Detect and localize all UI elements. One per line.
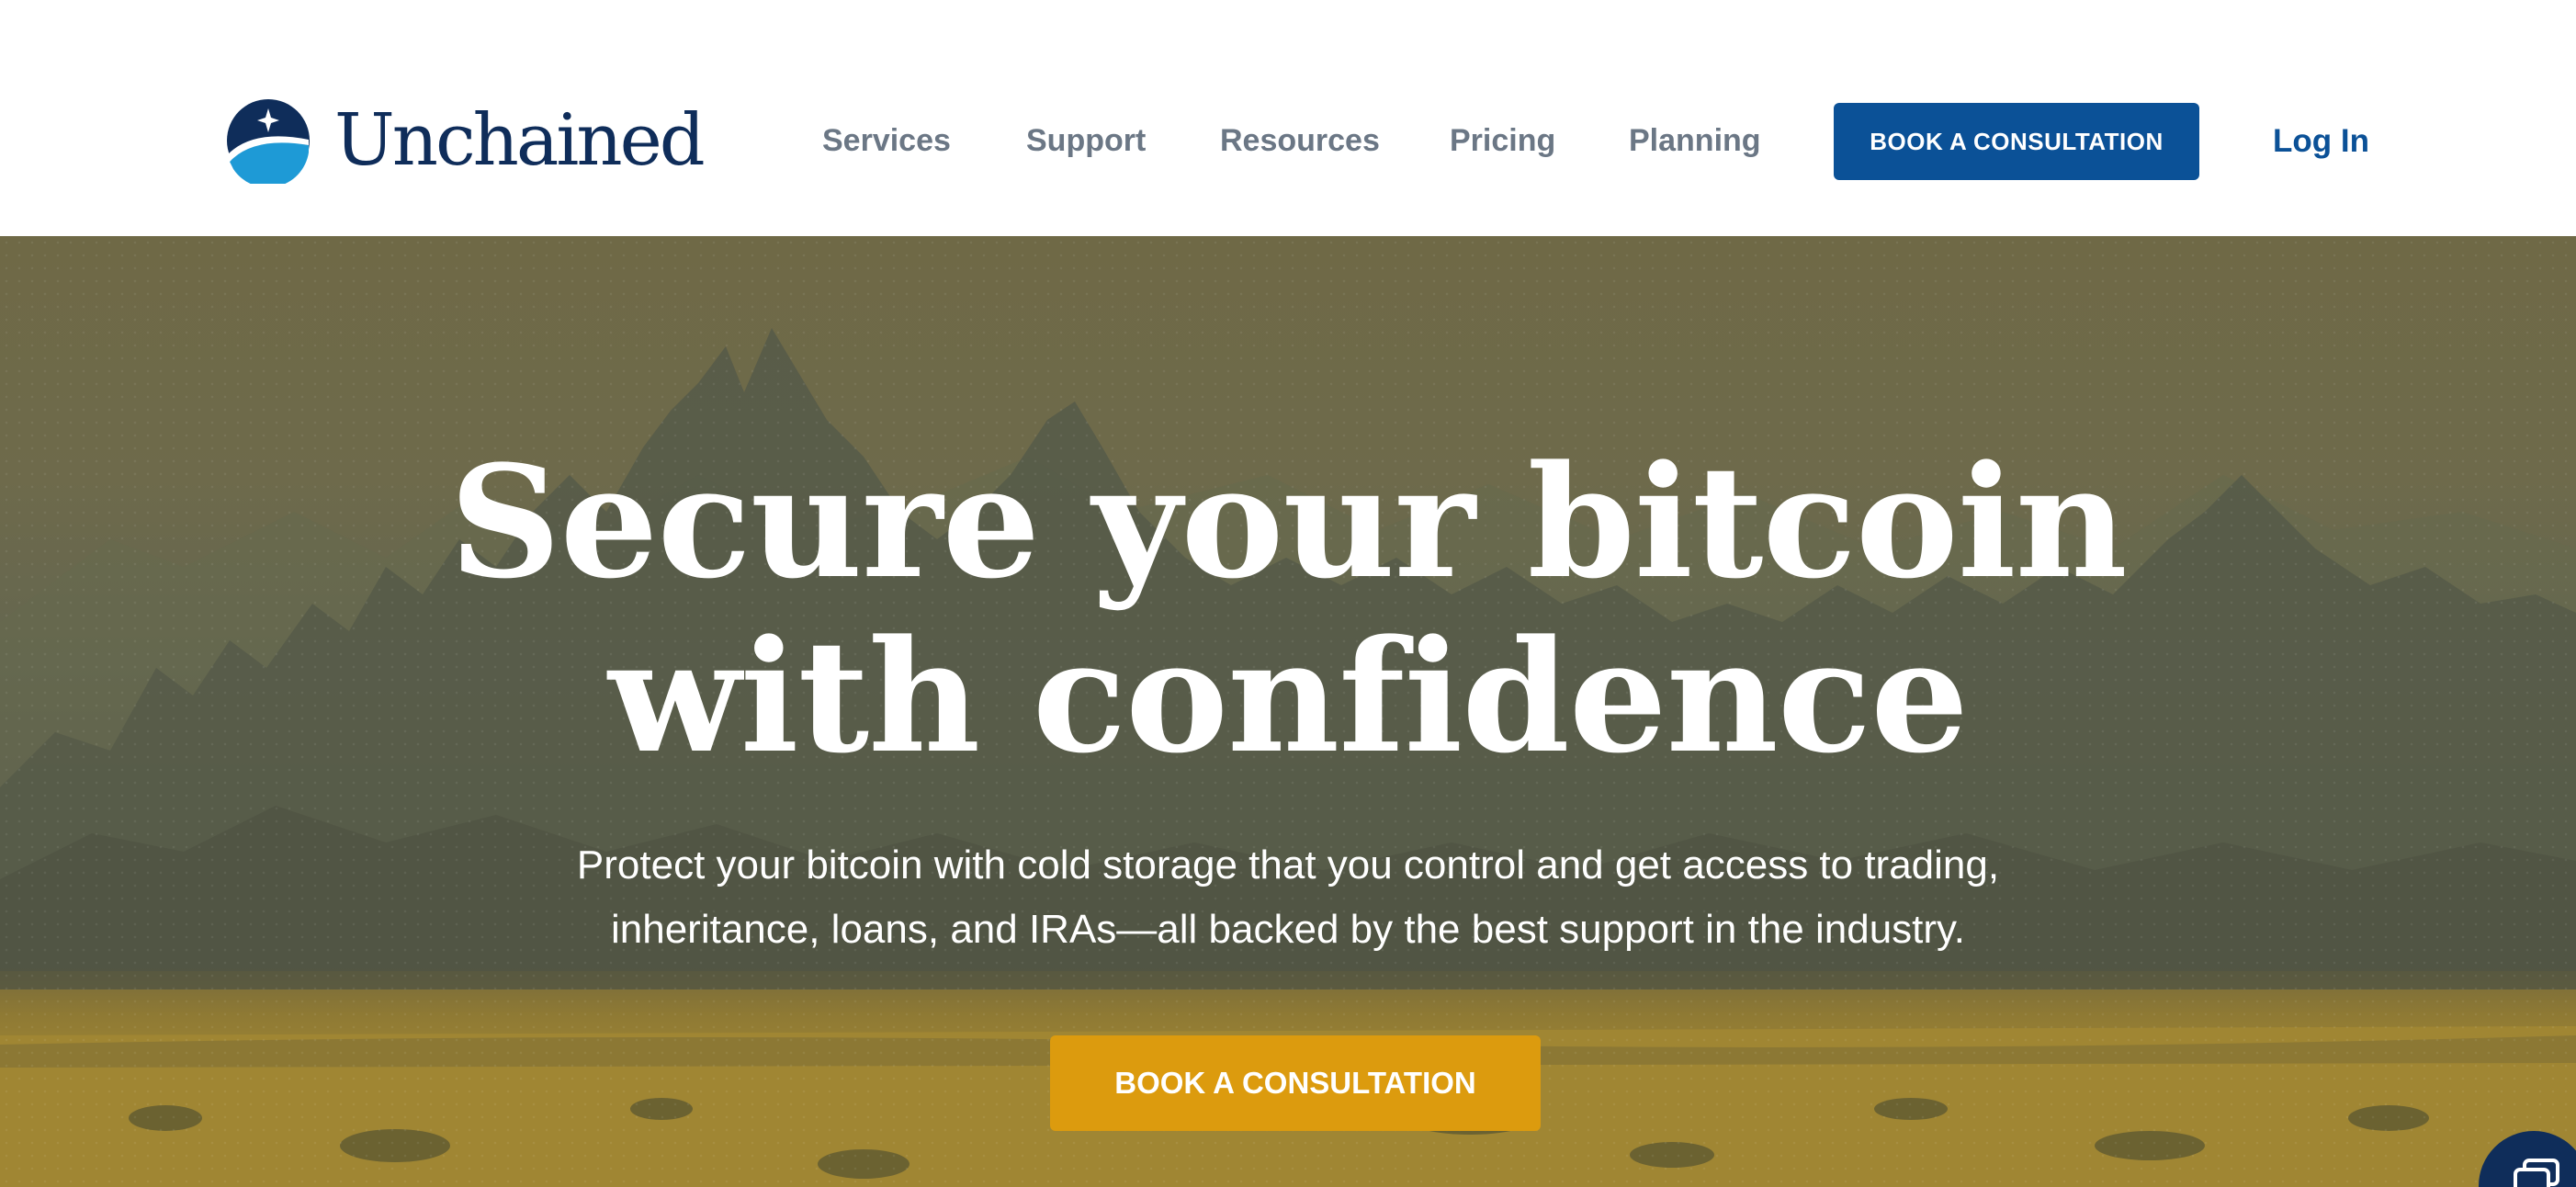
hero-section: Secure your bitcoin with confidence Prot…	[0, 236, 2576, 1187]
unchained-logo[interactable]: Unchained	[226, 97, 706, 184]
logo-mark-icon	[227, 99, 310, 184]
nav-item-support[interactable]: Support	[1026, 123, 1146, 159]
logo-wordmark: Unchained	[334, 99, 706, 182]
hero-title-line-1: Secure your bitcoin	[449, 431, 2128, 613]
book-consultation-button-hero[interactable]: BOOK A CONSULTATION	[1050, 1035, 1541, 1131]
book-consultation-button-header[interactable]: BOOK A CONSULTATION	[1834, 103, 2199, 180]
site-header: Unchained Services Support Resources Pri…	[0, 0, 2576, 236]
login-link[interactable]: Log In	[2273, 123, 2369, 160]
hero-title-line-2: with confidence	[608, 605, 1969, 787]
nav-item-resources[interactable]: Resources	[1220, 123, 1380, 159]
hero-title: Secure your bitcoin with confidence	[0, 435, 2576, 784]
nav-item-services[interactable]: Services	[822, 123, 951, 159]
hero-subtitle-line-1: Protect your bitcoin with cold storage t…	[576, 842, 2000, 887]
chat-bubble-icon	[2514, 1159, 2559, 1187]
nav-item-planning[interactable]: Planning	[1629, 123, 1761, 159]
hero-subtitle-line-2: inheritance, loans, and IRAs—all backed …	[610, 907, 1966, 952]
nav-item-pricing[interactable]: Pricing	[1450, 123, 1555, 159]
hero-subtitle: Protect your bitcoin with cold storage t…	[0, 833, 2576, 962]
